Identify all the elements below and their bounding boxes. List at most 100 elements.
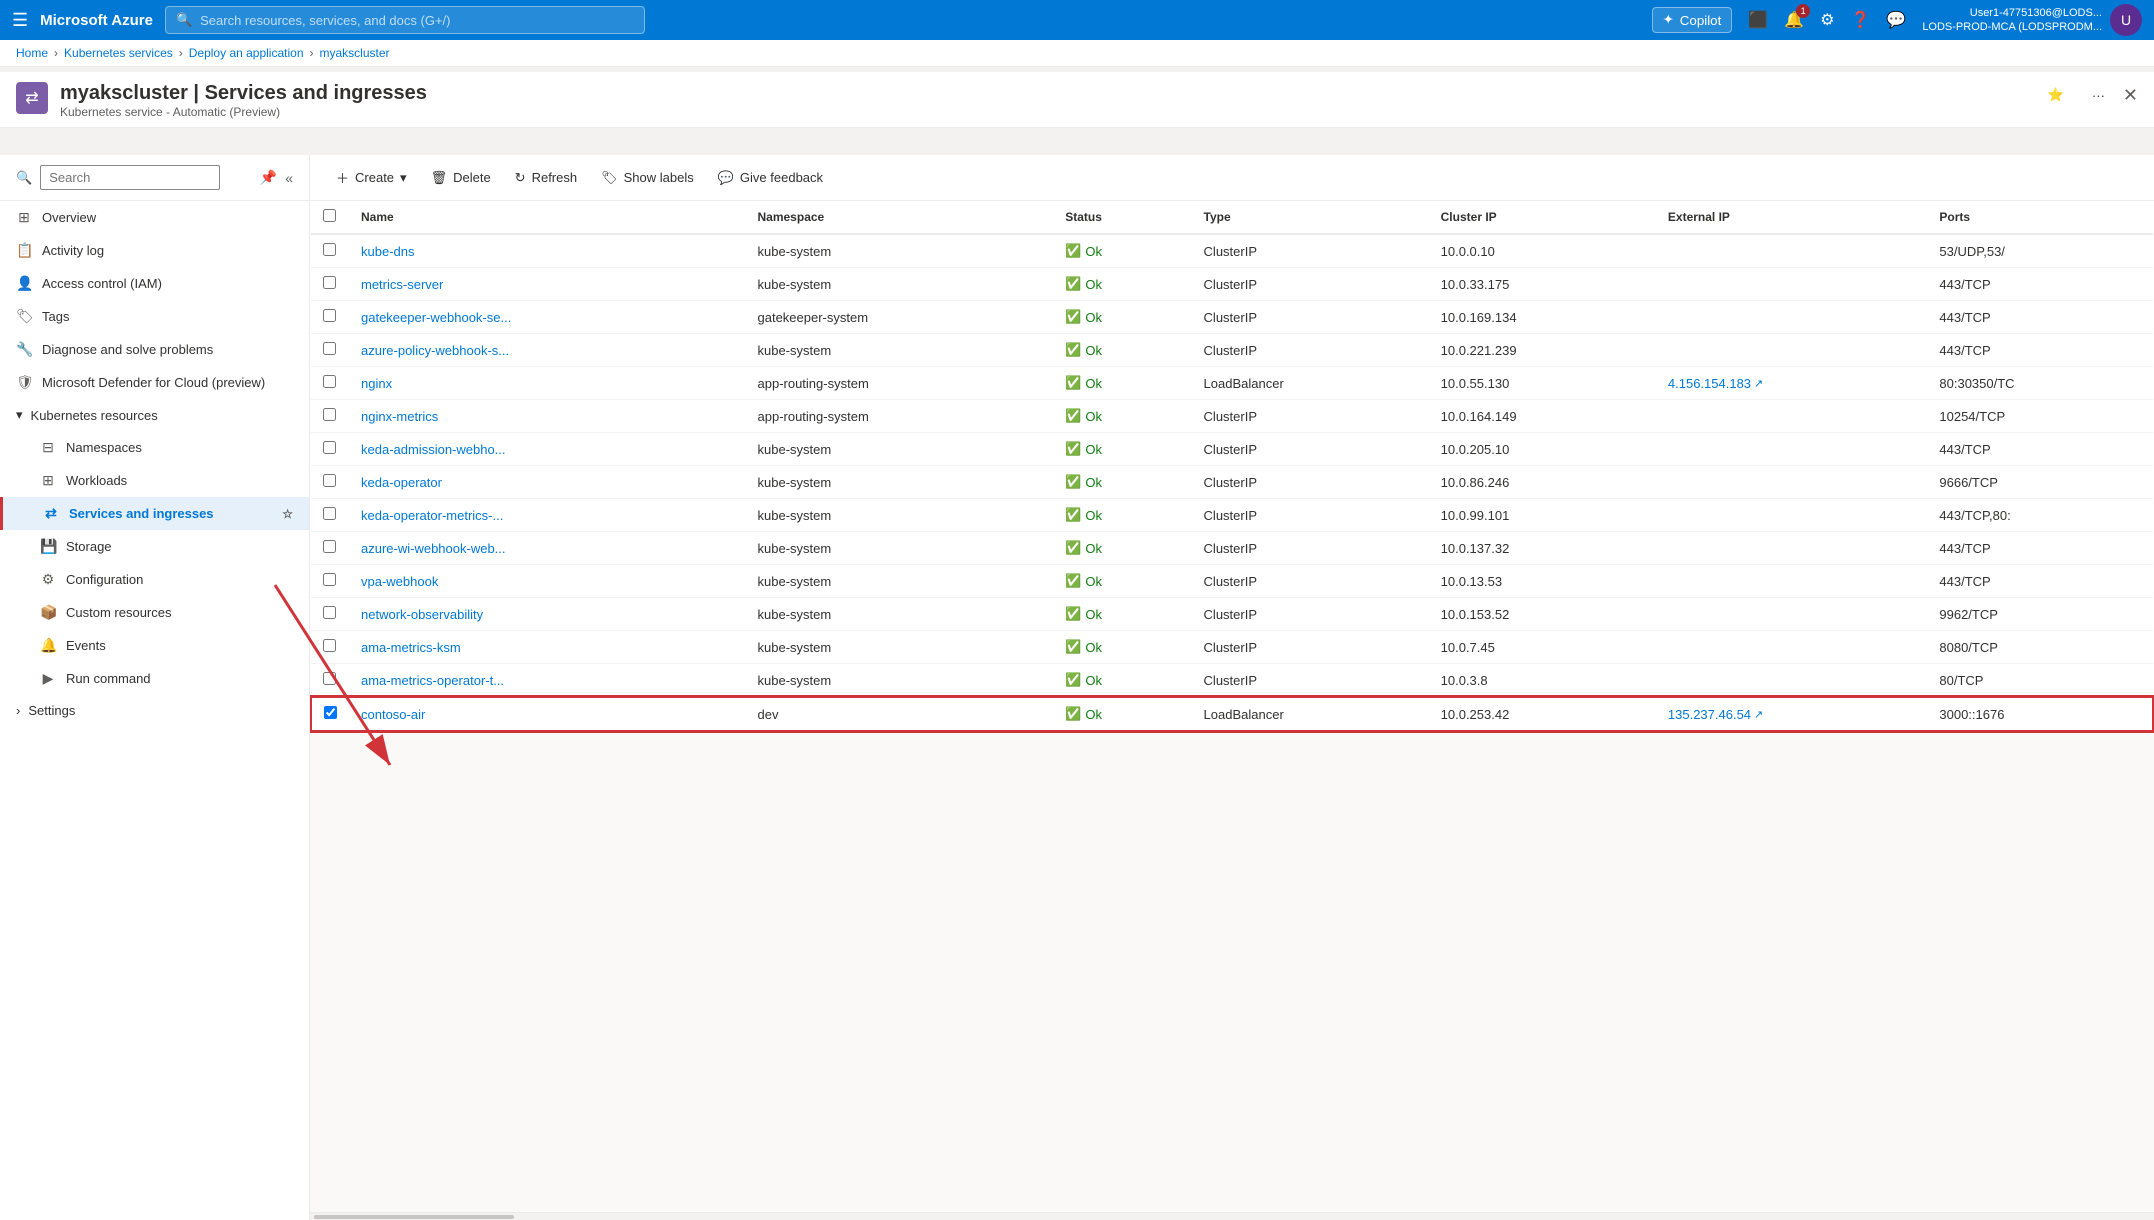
row-checkbox-cell[interactable] xyxy=(311,301,349,334)
row-name[interactable]: keda-admission-webho... xyxy=(349,433,746,466)
row-checkbox-cell[interactable] xyxy=(311,466,349,499)
row-name[interactable]: vpa-webhook xyxy=(349,565,746,598)
row-checkbox[interactable] xyxy=(323,507,336,520)
help-icon[interactable]: ❓ xyxy=(1850,10,1870,30)
sidebar-search-input[interactable] xyxy=(40,165,220,190)
delete-button[interactable]: 🗑 Delete xyxy=(421,165,501,191)
row-checkbox[interactable] xyxy=(323,573,336,586)
global-search[interactable]: 🔍 xyxy=(165,6,645,34)
refresh-button[interactable]: ↻ Refresh xyxy=(505,165,587,191)
sidebar-collapse-button[interactable]: « xyxy=(285,169,293,186)
row-checkbox[interactable] xyxy=(323,606,336,619)
sidebar-item-diagnose[interactable]: 🔧 Diagnose and solve problems xyxy=(0,333,309,366)
row-checkbox-cell[interactable] xyxy=(311,598,349,631)
row-namespace: kube-system xyxy=(746,565,1054,598)
row-checkbox-cell[interactable] xyxy=(311,565,349,598)
sidebar-item-custom-resources[interactable]: 📦 Custom resources xyxy=(0,596,309,629)
row-name[interactable]: ama-metrics-operator-t... xyxy=(349,664,746,698)
select-all-checkbox[interactable] xyxy=(323,209,336,222)
row-name[interactable]: azure-policy-webhook-s... xyxy=(349,334,746,367)
row-checkbox[interactable] xyxy=(323,309,336,322)
row-checkbox-cell[interactable] xyxy=(311,697,349,731)
row-type: ClusterIP xyxy=(1192,234,1429,268)
sidebar-item-namespaces[interactable]: ⊟ Namespaces xyxy=(0,431,309,464)
header-ports: Ports xyxy=(1927,201,2153,234)
more-options-button[interactable]: ··· xyxy=(2082,83,2115,108)
notifications-icon[interactable]: 🔔 1 xyxy=(1784,10,1804,30)
row-external-ip xyxy=(1656,334,1928,367)
row-checkbox[interactable] xyxy=(323,276,336,289)
sidebar-item-tags[interactable]: 🏷 Tags xyxy=(0,300,309,333)
external-ip-link[interactable]: 135.237.46.54 ↗ xyxy=(1668,707,1916,722)
row-checkbox-cell[interactable] xyxy=(311,631,349,664)
sidebar-item-access-control[interactable]: 👤 Access control (IAM) xyxy=(0,267,309,300)
sidebar-item-events[interactable]: 🔔 Events xyxy=(0,629,309,662)
row-checkbox[interactable] xyxy=(323,639,336,652)
global-search-input[interactable] xyxy=(200,13,634,28)
copilot-icon: ✦ xyxy=(1663,12,1674,28)
row-checkbox-cell[interactable] xyxy=(311,334,349,367)
row-checkbox[interactable] xyxy=(323,474,336,487)
hamburger-menu[interactable]: ☰ xyxy=(12,10,28,31)
sidebar-item-configuration[interactable]: ⚙ Configuration xyxy=(0,563,309,596)
sidebar-item-overview[interactable]: ⊞ Overview xyxy=(0,201,309,234)
row-checkbox[interactable] xyxy=(324,706,337,719)
copilot-button[interactable]: ✦ Copilot xyxy=(1652,7,1733,33)
row-checkbox[interactable] xyxy=(323,672,336,685)
breadcrumb-cluster[interactable]: myakscluster xyxy=(320,46,390,60)
favorite-button[interactable]: ⭐ xyxy=(2038,82,2074,108)
sidebar-item-storage[interactable]: 💾 Storage xyxy=(0,530,309,563)
show-labels-button[interactable]: 🏷 Show labels xyxy=(591,165,704,191)
row-checkbox[interactable] xyxy=(323,243,336,256)
row-checkbox-cell[interactable] xyxy=(311,400,349,433)
row-name[interactable]: nginx xyxy=(349,367,746,400)
row-name[interactable]: azure-wi-webhook-web... xyxy=(349,532,746,565)
row-checkbox[interactable] xyxy=(323,441,336,454)
row-name[interactable]: network-observability xyxy=(349,598,746,631)
feedback-icon[interactable]: 💬 xyxy=(1886,10,1906,30)
breadcrumb-kubernetes[interactable]: Kubernetes services xyxy=(64,46,173,60)
kubernetes-resources-group[interactable]: ▾ Kubernetes resources xyxy=(0,399,309,431)
row-checkbox-cell[interactable] xyxy=(311,268,349,301)
sidebar-item-run-command[interactable]: ▶ Run command xyxy=(0,662,309,695)
sidebar-pin-button[interactable]: 📌 xyxy=(260,169,277,186)
row-checkbox[interactable] xyxy=(323,342,336,355)
terminal-icon[interactable]: ⬛ xyxy=(1748,10,1768,30)
settings-group[interactable]: › Settings xyxy=(0,695,309,726)
horizontal-scrollbar[interactable] xyxy=(310,1212,2154,1220)
sidebar-item-defender[interactable]: 🛡 Microsoft Defender for Cloud (preview) xyxy=(0,366,309,399)
breadcrumb-deploy[interactable]: Deploy an application xyxy=(189,46,304,60)
row-name[interactable]: ama-metrics-ksm xyxy=(349,631,746,664)
row-name[interactable]: kube-dns xyxy=(349,234,746,268)
row-ports: 443/TCP xyxy=(1927,565,2153,598)
row-name[interactable]: gatekeeper-webhook-se... xyxy=(349,301,746,334)
external-ip-link[interactable]: 4.156.154.183 ↗ xyxy=(1668,376,1916,391)
header-checkbox[interactable] xyxy=(311,201,349,234)
sidebar-item-workloads[interactable]: ⊞ Workloads xyxy=(0,464,309,497)
row-name[interactable]: contoso-air xyxy=(349,697,746,731)
sidebar-item-services-ingresses[interactable]: ⇄ Services and ingresses ☆ xyxy=(0,497,309,530)
row-checkbox-cell[interactable] xyxy=(311,532,349,565)
user-profile[interactable]: User1-47751306@LODS... LODS-PROD-MCA (LO… xyxy=(1922,4,2142,36)
row-checkbox[interactable] xyxy=(323,375,336,388)
row-name[interactable]: nginx-metrics xyxy=(349,400,746,433)
row-name[interactable]: keda-operator-metrics-... xyxy=(349,499,746,532)
row-checkbox[interactable] xyxy=(323,540,336,553)
sidebar-star-icon[interactable]: ☆ xyxy=(282,507,293,521)
row-name[interactable]: metrics-server xyxy=(349,268,746,301)
give-feedback-button[interactable]: 💬 Give feedback xyxy=(708,165,833,191)
row-checkbox-cell[interactable] xyxy=(311,367,349,400)
user-avatar[interactable]: U xyxy=(2110,4,2142,36)
row-checkbox-cell[interactable] xyxy=(311,664,349,698)
create-button[interactable]: ＋ Create ▾ xyxy=(326,163,417,192)
sidebar-item-activity-log[interactable]: 📋 Activity log xyxy=(0,234,309,267)
settings-icon[interactable]: ⚙ xyxy=(1820,10,1834,30)
close-button[interactable]: ✕ xyxy=(2123,85,2138,106)
row-name[interactable]: keda-operator xyxy=(349,466,746,499)
row-checkbox-cell[interactable] xyxy=(311,234,349,268)
row-checkbox-cell[interactable] xyxy=(311,499,349,532)
row-checkbox-cell[interactable] xyxy=(311,433,349,466)
row-checkbox[interactable] xyxy=(323,408,336,421)
row-ports: 443/TCP xyxy=(1927,433,2153,466)
breadcrumb-home[interactable]: Home xyxy=(16,46,48,60)
